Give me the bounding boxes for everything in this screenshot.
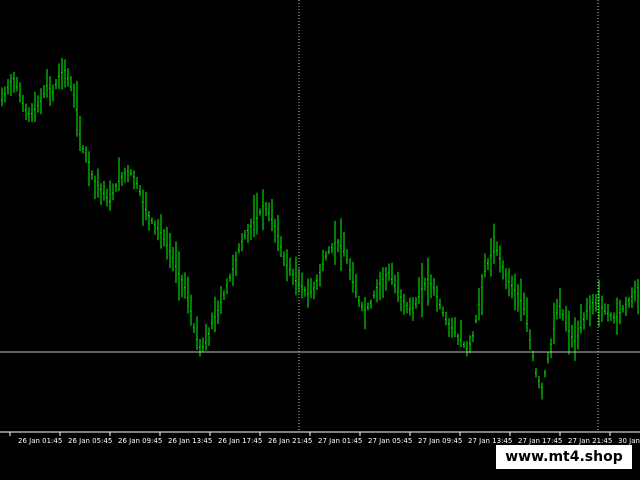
x-tick-label: 27 Jan 21:45 (568, 437, 612, 445)
candlestick-series (1, 57, 639, 400)
x-tick-label: 26 Jan 17:45 (218, 437, 262, 445)
x-axis-ticks: 26 Jan 01:45 26 Jan 05:45 26 Jan 09:45 26 J… (9, 432, 640, 445)
x-tick-label: 26 Jan 05:45 (68, 437, 112, 445)
price-chart[interactable]: 26 Jan 01:45 26 Jan 05:45 26 Jan 09:45 26 J… (0, 0, 640, 480)
watermark-logo: www.mt4.shop (496, 445, 632, 469)
x-tick-label: 26 Jan 09:45 (118, 437, 162, 445)
x-tick-label: 27 Jan 09:45 (418, 437, 462, 445)
x-tick-label: 26 Jan 01:45 (18, 437, 62, 445)
x-tick-label: 27 Jan 05:45 (368, 437, 412, 445)
x-tick-label: 30 Jan (618, 437, 640, 445)
x-tick-label: 27 Jan 13:45 (468, 437, 512, 445)
x-tick-label: 26 Jan 13:45 (168, 437, 212, 445)
x-tick-label: 27 Jan 17:45 (518, 437, 562, 445)
x-tick-label: 27 Jan 01:45 (318, 437, 362, 445)
x-tick-label: 26 Jan 21:45 (268, 437, 312, 445)
